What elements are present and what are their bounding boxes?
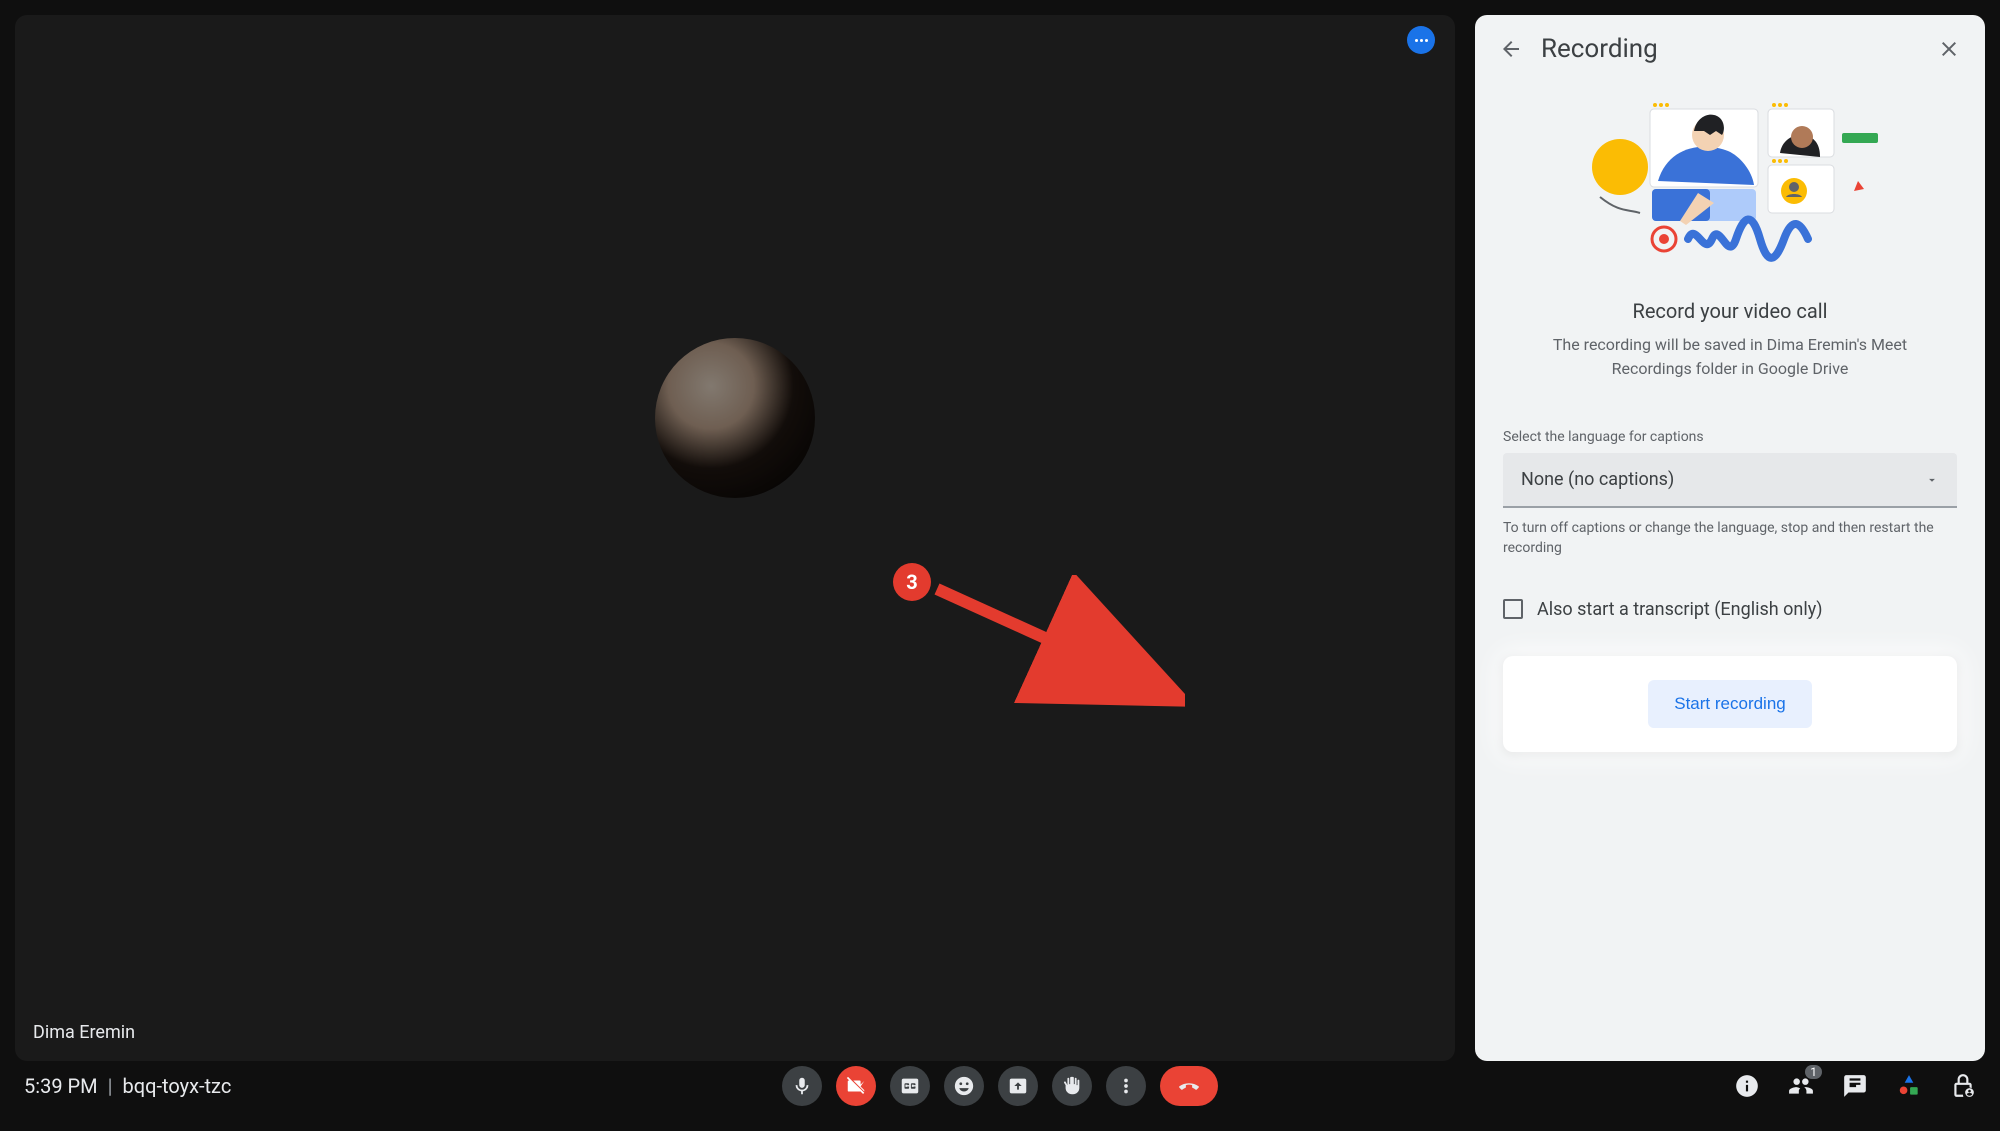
captions-language-label: Select the language for captions [1503,429,1957,445]
transcript-checkbox[interactable] [1503,599,1523,619]
participants-count-badge: 1 [1805,1065,1822,1079]
meeting-info-left: 5:39 PM | bqq-toyx-tzc [24,1074,231,1098]
hangup-icon [1178,1075,1200,1097]
transcript-checkbox-label: Also start a transcript (English only) [1537,599,1823,620]
participant-name: Dima Eremin [33,1022,135,1043]
camera-off-icon [845,1075,867,1097]
panel-title: Recording [1541,34,1919,64]
arrow-back-icon [1499,37,1523,61]
recording-heading: Record your video call [1503,299,1957,323]
lock-person-icon [1950,1073,1976,1099]
start-recording-card: Start recording [1503,656,1957,752]
captions-language-select[interactable]: None (no captions) [1503,453,1957,508]
emoji-icon [953,1075,975,1097]
raise-hand-button[interactable] [1052,1066,1092,1106]
chat-icon [1842,1073,1868,1099]
panel-header: Recording [1475,15,1985,83]
transcript-checkbox-row[interactable]: Also start a transcript (English only) [1503,599,1957,620]
main-video-tile: Dima Eremin [15,15,1455,1061]
participant-avatar [655,338,815,498]
camera-button[interactable] [836,1066,876,1106]
center-controls [782,1066,1218,1106]
reactions-button[interactable] [944,1066,984,1106]
panel-close-button[interactable] [1933,33,1965,65]
clock-time: 5:39 PM [24,1074,98,1098]
captions-hint: To turn off captions or change the langu… [1503,518,1957,559]
captions-button[interactable] [890,1066,930,1106]
separator: | [108,1074,113,1098]
chevron-down-icon [1925,473,1939,487]
activities-button[interactable] [1896,1073,1922,1099]
recording-description: The recording will be saved in Dima Erem… [1533,333,1927,381]
info-icon [1734,1073,1760,1099]
more-options-button[interactable] [1106,1066,1146,1106]
leave-call-button[interactable] [1160,1066,1218,1106]
recording-illustration [1503,87,1957,287]
microphone-icon [791,1075,813,1097]
meeting-code: bqq-toyx-tzc [123,1074,232,1098]
meeting-details-button[interactable] [1734,1073,1760,1099]
present-screen-icon [1007,1075,1029,1097]
annotation-step-badge: 3 [893,563,931,601]
chat-button[interactable] [1842,1073,1868,1099]
panel-back-button[interactable] [1495,33,1527,65]
captions-language-value: None (no captions) [1521,469,1674,490]
present-button[interactable] [998,1066,1038,1106]
panel-body: Record your video call The recording wil… [1475,83,1985,1061]
microphone-button[interactable] [782,1066,822,1106]
right-controls: 1 [1734,1073,1976,1099]
start-recording-button[interactable]: Start recording [1648,680,1812,728]
participants-button[interactable]: 1 [1788,1073,1814,1099]
host-controls-button[interactable] [1950,1073,1976,1099]
closed-captions-icon [899,1075,921,1097]
floating-more-options-button[interactable] [1407,26,1435,54]
close-icon [1937,37,1961,61]
more-vertical-icon [1115,1075,1137,1097]
raise-hand-icon [1061,1075,1083,1097]
recording-panel: Recording [1475,15,1985,1061]
activities-shapes-icon [1896,1073,1922,1099]
